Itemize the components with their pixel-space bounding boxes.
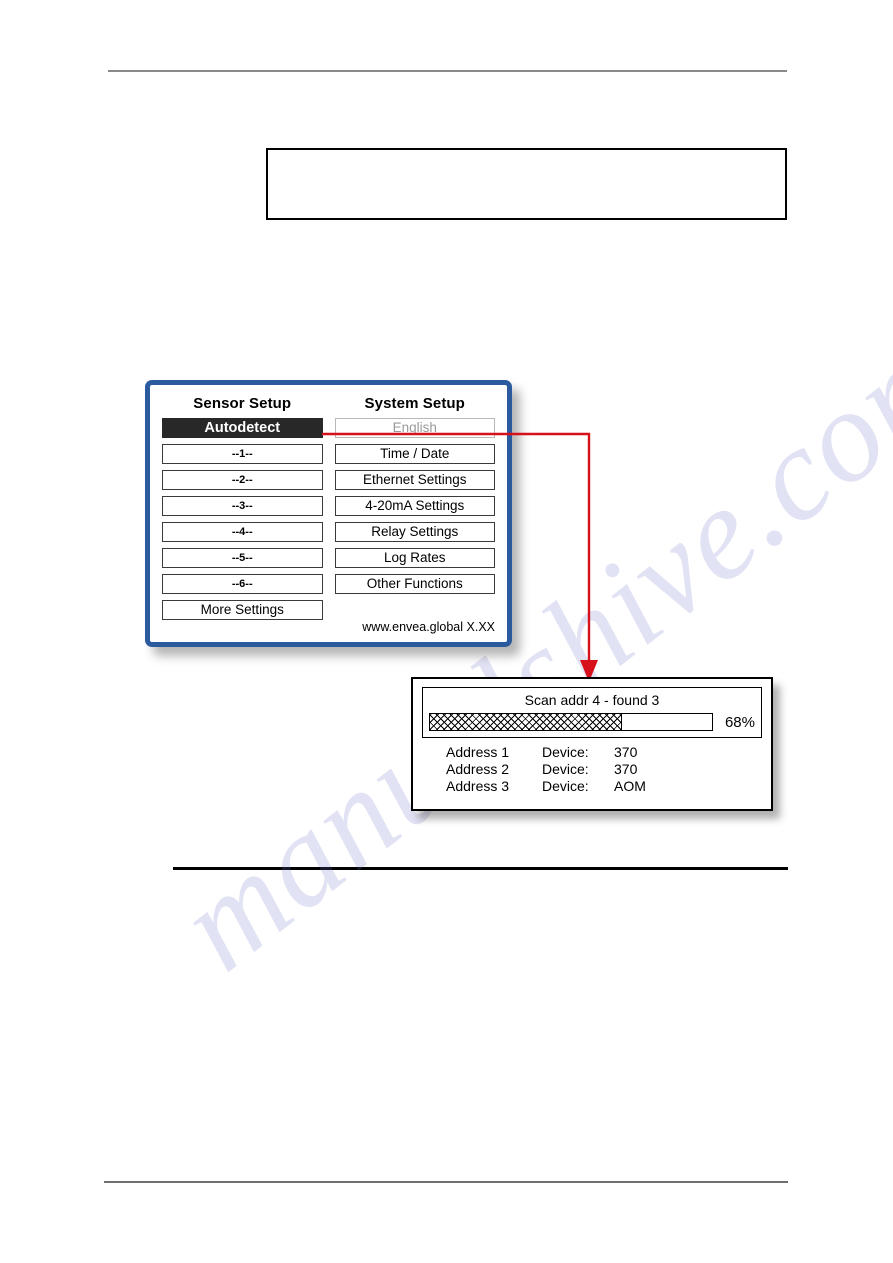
device-label: Device:: [542, 761, 589, 777]
menu-item-label: --1--: [231, 448, 253, 460]
table-row: Address 3 Device: AOM: [446, 778, 674, 795]
menu-item-label: Time / Date: [380, 446, 450, 461]
menu-item-label: More Settings: [200, 602, 284, 617]
menu-item-label: Other Functions: [366, 576, 463, 591]
device-screen-footer-url: www.envea.global X.XX: [362, 620, 495, 634]
scan-status-title: Scan addr 4 - found 3: [524, 692, 660, 708]
device-label: Device:: [542, 778, 589, 794]
system-setup-column: System Setup English Time / Date Etherne…: [334, 395, 495, 600]
menu-item-label: Autodetect: [204, 420, 281, 436]
menu-item-label: Relay Settings: [371, 524, 459, 539]
menu-item-label: --3--: [231, 500, 253, 512]
menu-item-sensor-6[interactable]: --6--: [162, 574, 323, 594]
scan-progress-fill: [430, 714, 622, 730]
menu-item-4-20ma-settings[interactable]: 4-20mA Settings: [334, 496, 495, 516]
menu-item-sensor-4[interactable]: --4--: [162, 522, 323, 542]
device-label: Device:: [542, 744, 589, 760]
device-screen-panel: Sensor Setup Autodetect --1-- --2-- --3-…: [145, 380, 512, 647]
menu-item-label: 4-20mA Settings: [365, 498, 465, 513]
menu-item-label: --6--: [231, 578, 253, 590]
menu-item-sensor-1[interactable]: --1--: [162, 444, 323, 464]
menu-item-relay-settings[interactable]: Relay Settings: [334, 522, 495, 542]
menu-item-time-date[interactable]: Time / Date: [334, 444, 495, 464]
sensor-setup-heading: Sensor Setup: [193, 395, 292, 412]
menu-item-sensor-2[interactable]: --2--: [162, 470, 323, 490]
device-address: Address 1: [446, 744, 510, 760]
scan-progress-panel: Scan addr 4 - found 3 68%: [422, 687, 762, 738]
table-row: Address 2 Device: 370: [446, 761, 674, 778]
page-header-rule: [108, 70, 787, 72]
menu-item-autodetect[interactable]: Autodetect: [162, 418, 323, 438]
menu-item-label: English: [392, 420, 437, 435]
scan-progress-bar: [429, 713, 713, 731]
table-row: Address 1 Device: 370: [446, 744, 674, 761]
sensor-setup-column: Sensor Setup Autodetect --1-- --2-- --3-…: [162, 395, 323, 626]
menu-item-label: Log Rates: [383, 550, 446, 565]
scan-progress-row: 68%: [429, 713, 755, 731]
menu-item-ethernet-settings[interactable]: Ethernet Settings: [334, 470, 495, 490]
device-address: Address 3: [446, 778, 510, 794]
page-footer-rule: [104, 1181, 788, 1183]
menu-item-label: Ethernet Settings: [362, 472, 467, 487]
menu-item-other-functions[interactable]: Other Functions: [334, 574, 495, 594]
menu-item-label: --5--: [231, 552, 253, 564]
menu-item-sensor-3[interactable]: --3--: [162, 496, 323, 516]
device-value: AOM: [614, 778, 646, 794]
menu-item-log-rates[interactable]: Log Rates: [334, 548, 495, 568]
menu-item-label: --4--: [231, 526, 253, 538]
device-value: 370: [614, 744, 638, 760]
system-setup-heading: System Setup: [364, 395, 465, 412]
menu-item-sensor-5[interactable]: --5--: [162, 548, 323, 568]
device-value: 370: [614, 761, 638, 777]
device-address: Address 2: [446, 761, 510, 777]
menu-item-more-settings[interactable]: More Settings: [162, 600, 323, 620]
section-divider-rule: [173, 867, 788, 870]
menu-item-label: --2--: [231, 474, 253, 486]
menu-item-english[interactable]: English: [334, 418, 495, 438]
discovered-devices-table: Address 1 Device: 370 Address 2 Device: …: [446, 744, 674, 795]
scan-progress-percent-label: 68%: [724, 713, 755, 731]
scan-dialog: Scan addr 4 - found 3 68% Address 1 Devi…: [411, 677, 773, 811]
note-callout-box: [266, 148, 787, 220]
